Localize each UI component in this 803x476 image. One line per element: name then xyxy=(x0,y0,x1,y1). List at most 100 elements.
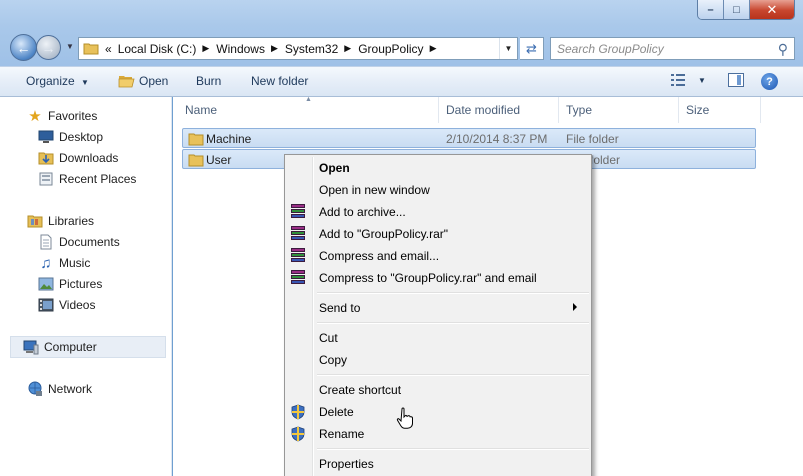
file-type: folder xyxy=(590,153,621,167)
file-name: User xyxy=(206,153,232,167)
star-icon: ★ xyxy=(28,108,42,125)
file-date-modified: 2/10/2014 8:37 PM xyxy=(446,132,548,146)
recent-pages-dropdown[interactable]: ▼ xyxy=(66,42,74,51)
menu-item-properties[interactable]: Properties xyxy=(287,453,589,475)
winrar-icon xyxy=(290,248,306,264)
sidebar-item-favorites[interactable]: ★ Favorites xyxy=(27,106,97,126)
music-note-icon: ♫ xyxy=(40,254,52,272)
folder-icon xyxy=(83,43,99,55)
menu-item-label: Compress and email... xyxy=(319,249,440,263)
column-divider[interactable] xyxy=(438,97,439,123)
sidebar-item-pictures[interactable]: Pictures xyxy=(38,274,102,294)
folder-icon xyxy=(188,133,204,146)
menu-item-add-to-archive[interactable]: Add to archive... xyxy=(287,201,589,223)
menu-item-label: Compress to "GroupPolicy.rar" and email xyxy=(319,271,537,285)
file-name: Machine xyxy=(206,132,252,146)
menu-item-label: Rename xyxy=(319,427,365,441)
back-button[interactable]: ← xyxy=(10,34,37,61)
column-divider[interactable] xyxy=(558,97,559,123)
sidebar-item-music[interactable]: ♫ Music xyxy=(38,253,90,273)
burn-button[interactable]: Burn xyxy=(196,74,221,88)
sidebar-item-label: Documents xyxy=(59,235,120,249)
chevron-right-icon[interactable]: ▶ xyxy=(202,43,209,54)
column-divider[interactable] xyxy=(678,97,679,123)
help-icon: ? xyxy=(766,75,773,88)
change-view-button[interactable]: ▼ xyxy=(670,73,744,87)
videos-icon xyxy=(38,297,54,313)
new-folder-button[interactable]: New folder xyxy=(251,74,308,88)
menu-item-copy[interactable]: Copy xyxy=(287,349,589,371)
refresh-button[interactable]: ⇄ xyxy=(520,37,544,60)
sidebar-item-label: Pictures xyxy=(59,277,103,291)
sidebar-item-documents[interactable]: Documents xyxy=(38,232,120,252)
menu-separator xyxy=(317,322,589,324)
sidebar-item-label: Desktop xyxy=(59,130,104,144)
winrar-icon xyxy=(290,270,306,286)
chevron-down-icon[interactable]: ▼ xyxy=(698,76,706,85)
close-button[interactable]: ✕ xyxy=(750,0,794,19)
sidebar-item-label: Music xyxy=(59,256,91,270)
menu-item-rename[interactable]: Rename xyxy=(287,423,589,445)
uac-shield-icon xyxy=(291,404,305,420)
menu-item-label: Send to xyxy=(319,301,361,315)
column-header-type[interactable]: Type xyxy=(566,103,592,117)
chevron-down-icon: ▼ xyxy=(81,78,89,87)
sidebar-item-downloads[interactable]: Downloads xyxy=(38,148,118,168)
organize-button[interactable]: Organize ▼ xyxy=(26,74,89,88)
chevron-right-icon[interactable]: ▶ xyxy=(430,43,437,54)
sidebar-item-label: Libraries xyxy=(48,214,95,228)
file-row-machine[interactable]: Machine 2/10/2014 8:37 PM File folder xyxy=(182,128,756,148)
chevron-right-icon[interactable]: ▶ xyxy=(271,43,278,54)
search-placeholder: Search GroupPolicy xyxy=(557,41,664,56)
sidebar-item-label: Recent Places xyxy=(59,172,137,186)
column-header-size[interactable]: Size xyxy=(686,103,709,117)
breadcrumb-overflow[interactable]: « xyxy=(105,42,112,56)
menu-item-add-to-rar[interactable]: Add to "GroupPolicy.rar" xyxy=(287,223,589,245)
address-bar[interactable]: « Local Disk (C:) ▶ Windows ▶ System32 ▶… xyxy=(78,37,518,60)
sidebar-item-label: Computer xyxy=(44,340,97,354)
preview-pane-icon[interactable] xyxy=(727,73,744,87)
search-icon[interactable]: ⚲ xyxy=(778,41,788,58)
minimize-button[interactable]: – xyxy=(698,0,724,19)
sidebar-item-videos[interactable]: Videos xyxy=(38,295,95,315)
sidebar-item-libraries[interactable]: Libraries xyxy=(27,211,94,231)
breadcrumb-local-disk[interactable]: Local Disk (C:) xyxy=(118,42,197,56)
sidebar-item-label: Downloads xyxy=(59,151,119,165)
sidebar-item-computer[interactable]: Computer xyxy=(10,336,166,358)
network-icon xyxy=(27,381,43,397)
address-dropdown-button[interactable]: ▼ xyxy=(499,38,517,59)
menu-item-label: Copy xyxy=(319,353,348,367)
breadcrumb-grouppolicy[interactable]: GroupPolicy xyxy=(358,42,423,56)
sidebar-item-desktop[interactable]: Desktop xyxy=(38,127,103,147)
submenu-arrow-icon xyxy=(573,303,577,311)
desktop-icon xyxy=(38,129,54,145)
column-header-date-modified[interactable]: Date modified xyxy=(446,103,520,117)
open-label: Open xyxy=(139,74,169,88)
help-button[interactable]: ? xyxy=(761,73,778,90)
sidebar-item-recent-places[interactable]: Recent Places xyxy=(38,169,136,189)
menu-item-send-to[interactable]: Send to xyxy=(287,297,589,319)
breadcrumb-windows[interactable]: Windows xyxy=(216,42,265,56)
maximize-button[interactable]: □ xyxy=(724,0,750,19)
column-divider[interactable] xyxy=(760,97,761,123)
computer-icon xyxy=(23,339,39,355)
column-label: Name xyxy=(185,103,218,117)
menu-item-cut[interactable]: Cut xyxy=(287,327,589,349)
forward-button[interactable]: → xyxy=(36,35,61,60)
breadcrumb-system32[interactable]: System32 xyxy=(285,42,338,56)
downloads-folder-icon xyxy=(38,150,54,166)
folder-icon xyxy=(188,154,204,167)
sidebar-item-network[interactable]: Network xyxy=(27,379,92,399)
menu-separator xyxy=(317,374,589,376)
menu-item-delete[interactable]: Delete xyxy=(287,401,589,423)
search-input[interactable]: Search GroupPolicy ⚲ xyxy=(550,37,795,60)
chevron-right-icon[interactable]: ▶ xyxy=(344,43,351,54)
open-button[interactable]: Open xyxy=(118,74,168,88)
menu-item-open[interactable]: Open xyxy=(287,157,589,179)
menu-item-create-shortcut[interactable]: Create shortcut xyxy=(287,379,589,401)
hand-cursor-icon xyxy=(396,407,413,429)
menu-item-compress-email[interactable]: Compress and email... xyxy=(287,245,589,267)
menu-separator xyxy=(317,448,589,450)
menu-item-compress-rar-email[interactable]: Compress to "GroupPolicy.rar" and email xyxy=(287,267,589,289)
menu-item-open-new-window[interactable]: Open in new window xyxy=(287,179,589,201)
